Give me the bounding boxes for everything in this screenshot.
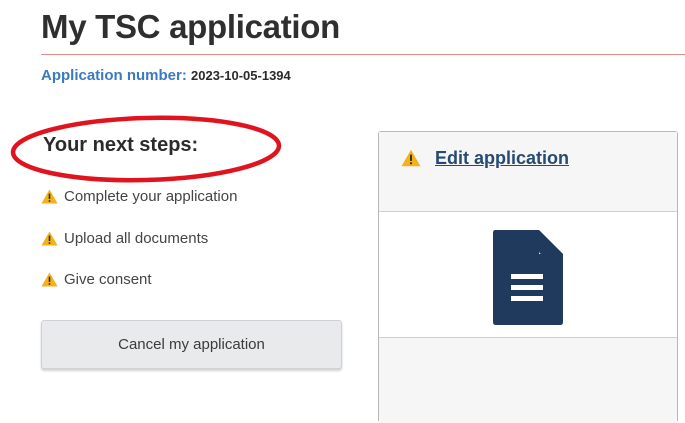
edit-application-link[interactable]: Edit application (435, 148, 569, 169)
title-divider (41, 54, 685, 55)
cancel-application-button[interactable]: Cancel my application (41, 320, 342, 369)
application-panel: Edit application (378, 131, 678, 423)
document-icon[interactable] (493, 230, 563, 325)
application-number-value: 2023-10-05-1394 (191, 68, 291, 83)
panel-footer (379, 338, 677, 423)
step-complete-application: Complete your application (41, 188, 237, 205)
panel-body (379, 212, 677, 338)
application-number-label: Application number: (41, 67, 187, 84)
warning-icon (41, 189, 58, 204)
panel-header: Edit application (379, 132, 677, 212)
application-number: Application number: 2023-10-05-1394 (41, 67, 291, 84)
step-upload-documents: Upload all documents (41, 230, 208, 247)
step-label: Complete your application (64, 188, 238, 205)
step-label: Give consent (64, 271, 152, 288)
warning-icon (41, 231, 58, 246)
page-title: My TSC application (41, 8, 340, 45)
step-give-consent: Give consent (41, 271, 152, 288)
next-steps-heading: Your next steps: (43, 134, 199, 156)
warning-icon (41, 272, 58, 287)
warning-icon (401, 149, 421, 167)
step-label: Upload all documents (64, 230, 209, 247)
